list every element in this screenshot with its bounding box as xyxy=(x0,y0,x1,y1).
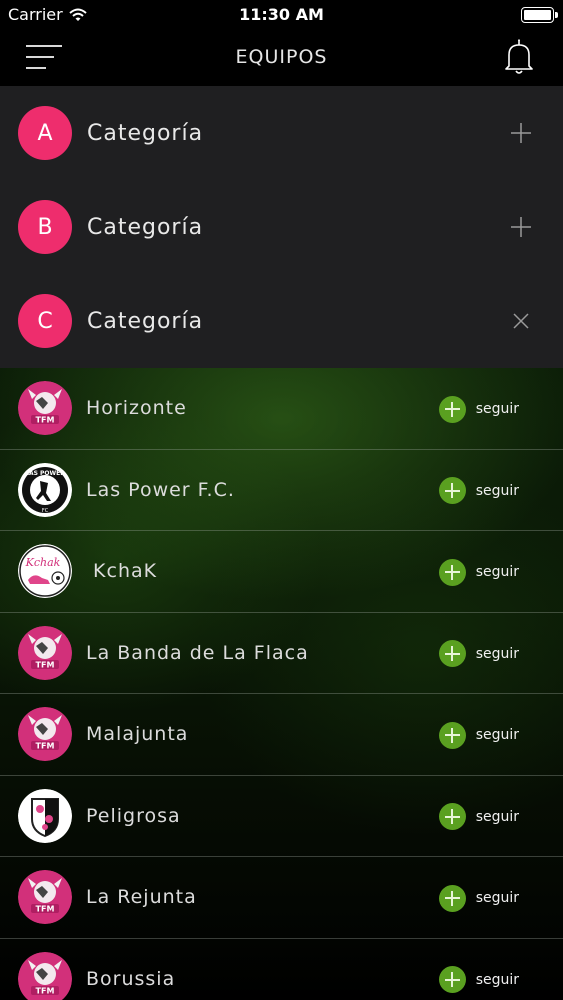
category-list: A Categoría B Categoría C Categoría xyxy=(0,86,563,368)
category-badge: A xyxy=(18,106,72,160)
team-name: KchaK xyxy=(86,560,158,582)
category-row-b[interactable]: B Categoría xyxy=(0,180,563,274)
follow-button[interactable]: seguir xyxy=(438,395,519,423)
team-row[interactable]: TFM La Banda de La Flaca seguir xyxy=(0,613,563,694)
tfm-logo-icon: TFM xyxy=(18,870,72,924)
team-row[interactable]: TFM Borussia seguir xyxy=(0,939,563,1000)
battery-icon xyxy=(521,7,558,23)
follow-button[interactable]: seguir xyxy=(438,558,519,586)
follow-label: seguir xyxy=(475,564,519,580)
svg-text:TFM: TFM xyxy=(36,742,55,751)
close-icon[interactable] xyxy=(509,309,533,333)
svg-text:TFM: TFM xyxy=(36,660,55,669)
follow-label: seguir xyxy=(475,482,519,499)
svg-text:FC: FC xyxy=(42,508,49,514)
team-list: TFM Horizonte seguir LAS POWER FC Las Po… xyxy=(0,368,563,1000)
follow-button[interactable]: seguir xyxy=(438,884,519,912)
category-row-a[interactable]: A Categoría xyxy=(0,86,563,180)
team-name: Borussia xyxy=(86,967,176,990)
bell-icon[interactable] xyxy=(501,38,537,76)
tfm-logo-icon: TFM xyxy=(18,707,72,761)
add-icon xyxy=(438,640,466,667)
svg-text:TFM: TFM xyxy=(36,416,55,425)
team-name: Peligrosa xyxy=(86,804,181,827)
follow-label: seguir xyxy=(475,401,519,417)
svg-text:TFM: TFM xyxy=(36,986,55,995)
category-label: Categoría xyxy=(87,308,204,334)
team-name: La Banda de La Flaca xyxy=(86,641,309,664)
peligrosa-logo-icon xyxy=(18,788,72,843)
follow-label: seguir xyxy=(475,727,519,743)
team-name: La Rejunta xyxy=(86,886,197,908)
follow-button[interactable]: seguir xyxy=(438,803,519,831)
category-label: Categoría xyxy=(87,214,204,240)
team-row[interactable]: TFM Malajunta seguir xyxy=(0,694,563,776)
add-icon xyxy=(438,884,466,912)
team-name: Las Power F.C. xyxy=(86,478,235,501)
team-row[interactable]: LAS POWER FC Las Power F.C. seguir xyxy=(0,450,563,531)
tfm-logo-icon: TFM xyxy=(18,951,72,1000)
add-icon xyxy=(438,966,466,993)
follow-label: seguir xyxy=(475,645,519,662)
follow-button[interactable]: seguir xyxy=(438,477,519,505)
add-icon xyxy=(438,558,466,586)
follow-label: seguir xyxy=(475,971,519,988)
plus-icon[interactable] xyxy=(509,215,533,239)
follow-button[interactable]: seguir xyxy=(438,721,519,749)
follow-button[interactable]: seguir xyxy=(438,966,519,994)
tfm-logo-icon: TFM xyxy=(18,381,72,435)
tfm-logo-icon: TFM xyxy=(18,625,72,680)
add-icon xyxy=(438,721,466,749)
svg-text:LAS POWER: LAS POWER xyxy=(25,470,65,477)
team-row[interactable]: TFM La Rejunta seguir xyxy=(0,857,563,939)
las-power-logo-icon: LAS POWER FC xyxy=(18,462,72,517)
add-icon xyxy=(438,803,466,830)
follow-button[interactable]: seguir xyxy=(438,640,519,668)
category-badge: C xyxy=(18,294,72,348)
add-icon xyxy=(438,477,466,504)
category-row-c[interactable]: C Categoría xyxy=(0,274,563,368)
plus-icon[interactable] xyxy=(509,121,533,145)
status-time: 11:30 AM xyxy=(239,5,324,24)
team-name: Horizonte xyxy=(86,397,187,419)
team-name: Malajunta xyxy=(86,723,189,745)
team-row[interactable]: Kchak KchaK seguir xyxy=(0,531,563,613)
category-label: Categoría xyxy=(87,120,204,146)
svg-text:TFM: TFM xyxy=(36,905,55,914)
add-icon xyxy=(438,395,466,423)
team-row[interactable]: TFM Horizonte seguir xyxy=(0,368,563,450)
follow-label: seguir xyxy=(475,808,519,825)
nav-bar: EQUIPOS xyxy=(0,30,563,86)
category-badge: B xyxy=(18,200,72,254)
follow-label: seguir xyxy=(475,890,519,906)
kchak-logo-icon: Kchak xyxy=(18,544,72,598)
team-row[interactable]: Peligrosa seguir xyxy=(0,776,563,857)
status-bar: Carrier 11:30 AM xyxy=(0,0,563,30)
page-title: EQUIPOS xyxy=(235,46,328,68)
svg-text:Kchak: Kchak xyxy=(25,556,61,569)
